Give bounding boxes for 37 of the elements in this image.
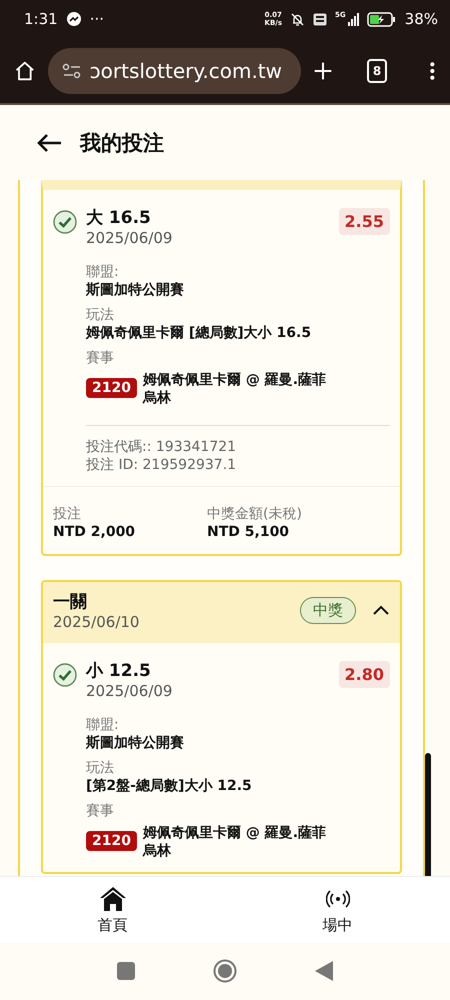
payout-amount: NTD 5,100 <box>207 523 290 542</box>
bet-market-label: 玩法 <box>86 759 115 777</box>
event-name: 姆佩奇佩里卡爾 @ 羅曼.薩菲烏林 <box>142 824 328 860</box>
bet-date: 2025/06/10 <box>53 613 140 631</box>
bet-code: 投注 ID: 219592937.1 <box>86 456 238 474</box>
address-bar[interactable]: ɔortslottery.com.tw <box>48 48 301 94</box>
bet-market: [第2盤-總局數]大小 12.5 <box>86 777 253 796</box>
selection-title: 小 12.5 <box>86 660 152 682</box>
tab-count[interactable]: 8 <box>366 58 388 82</box>
league-label: 聯盟: <box>86 263 120 281</box>
bet-type-title: 一關 <box>53 591 88 613</box>
event-number-badge: 2120 <box>86 831 137 851</box>
event-label: 賽事 <box>86 802 115 820</box>
page-title: 我的投注 <box>80 130 164 156</box>
event-name: 姆佩奇佩里卡爾 @ 羅曼.薩菲烏林 <box>142 371 328 407</box>
nav-tab[interactable]: 場中 <box>278 877 398 943</box>
stake-label: 投注 <box>53 505 82 523</box>
status-badge: 中獎 <box>300 597 356 624</box>
selection-title: 大 16.5 <box>86 207 152 229</box>
bet-market: 姆佩奇佩里卡爾 [總局數]大小 16.5 <box>86 324 312 343</box>
event-label: 賽事 <box>86 349 115 367</box>
clock-time: 1:31 <box>24 10 58 28</box>
odds-badge: 2.80 <box>338 661 390 688</box>
league-name: 斯圖加特公開賽 <box>86 281 185 300</box>
match-date: 2025/06/09 <box>86 229 174 247</box>
match-date: 2025/06/09 <box>86 682 174 700</box>
payout-label: 中獎金額(未稅) <box>207 505 303 523</box>
more-notifications: ··· <box>90 10 104 28</box>
bet-market-label: 玩法 <box>86 306 115 324</box>
stake-amount: NTD 2,000 <box>53 523 136 542</box>
bet-code: 投注代碼:: 193341721 <box>86 438 238 456</box>
odds-badge: 2.55 <box>338 208 390 235</box>
league-name: 斯圖加特公開賽 <box>86 734 185 753</box>
league-label: 聯盟: <box>86 716 120 734</box>
battery-level: 38% <box>404 10 438 28</box>
nav-tab[interactable]: 首頁 <box>52 877 172 943</box>
event-number-badge: 2120 <box>86 378 137 398</box>
